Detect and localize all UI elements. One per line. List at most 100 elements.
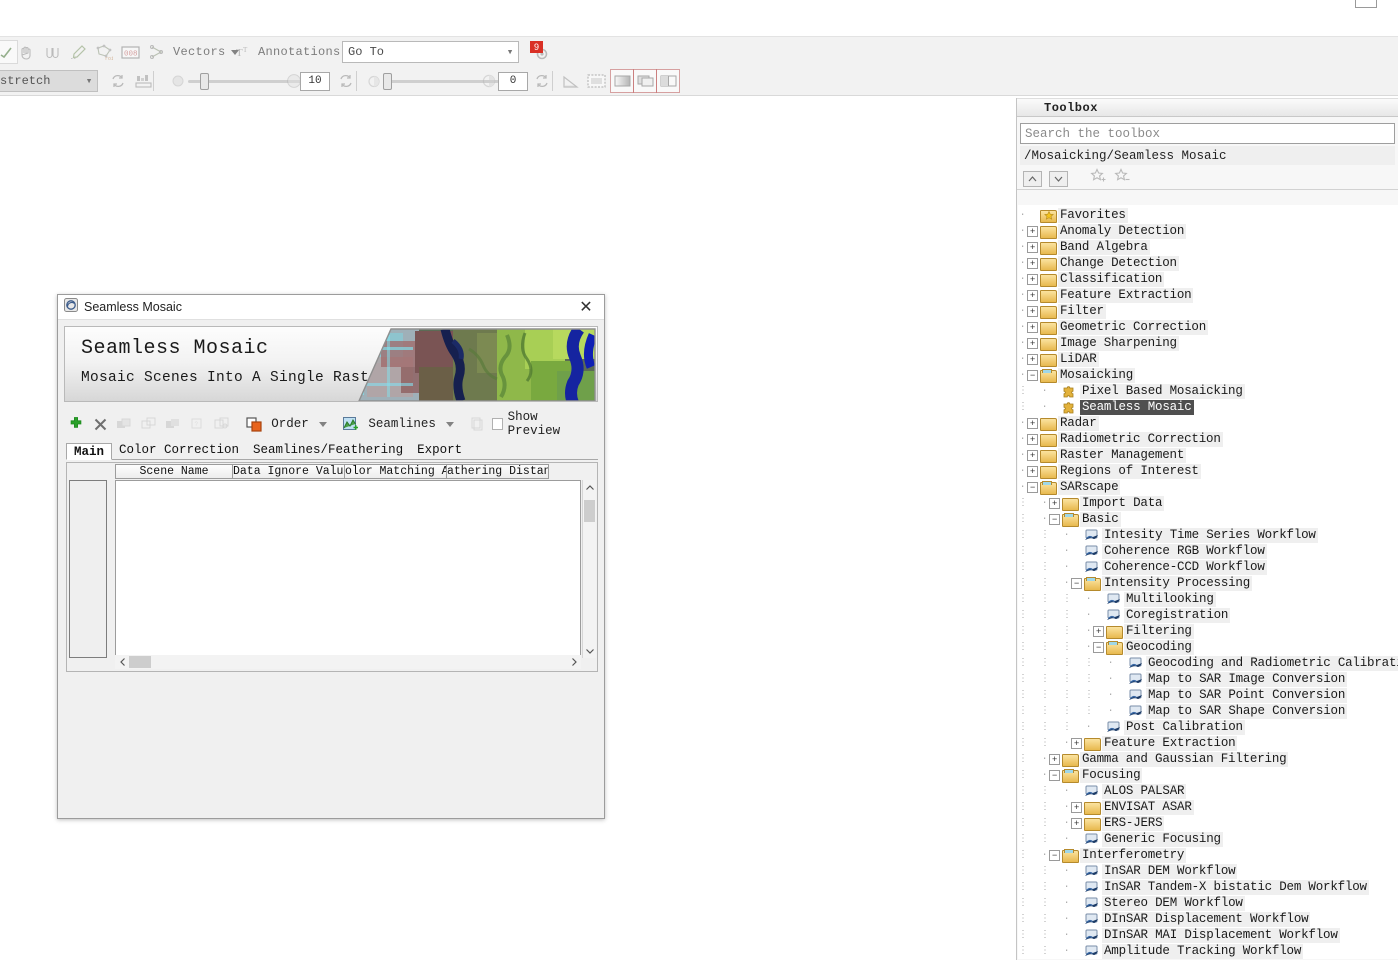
tree-item-insar-tandem-x-bistatic-dem-workflow[interactable]: ⋮ ⋮ · InSAR Tandem-X bistatic Dem Workflow bbox=[1018, 879, 1398, 895]
crosshair-icon[interactable] bbox=[40, 40, 64, 64]
tree-item-alos-palsar[interactable]: ⋮ ⋮ · ALOS PALSAR bbox=[1018, 783, 1398, 799]
tree-item-interferometry[interactable]: ⋮ · − Interferometry bbox=[1018, 847, 1398, 863]
scroll-left-icon[interactable] bbox=[115, 655, 129, 669]
tree-expand-icon[interactable]: + bbox=[1093, 625, 1104, 637]
tree-item-focusing[interactable]: ⋮ · − Focusing bbox=[1018, 767, 1398, 783]
horizontal-scroll-thumb[interactable] bbox=[129, 656, 151, 668]
tree-item-map-to-sar-shape-conversion[interactable]: ⋮ ⋮ ⋮ ⋮ · Map to SAR Shape Conversion bbox=[1018, 703, 1398, 719]
tree-item-change-detection[interactable]: · + Change Detection bbox=[1018, 255, 1398, 271]
tree-item-pixel-based-mosaicking[interactable]: ⋮ · Pixel Based Mosaicking bbox=[1018, 383, 1398, 399]
tree-item-post-calibration[interactable]: ⋮ ⋮ ⋮ · Post Calibration bbox=[1018, 719, 1398, 735]
tree-collapse-icon[interactable]: − bbox=[1049, 849, 1060, 861]
tree-item-mosaicking[interactable]: · − Mosaicking bbox=[1018, 367, 1398, 383]
close-icon[interactable]: ✕ bbox=[574, 297, 598, 317]
tree-item-geometric-correction[interactable]: · + Geometric Correction bbox=[1018, 319, 1398, 335]
tree-expand-icon[interactable]: + bbox=[1049, 753, 1060, 765]
dialog-tabs[interactable]: Main Color Correction Seamlines/Feathering… bbox=[66, 442, 598, 460]
pen-measure-icon[interactable] bbox=[66, 40, 90, 64]
tree-expand-icon[interactable]: + bbox=[1027, 305, 1038, 317]
tree-item-radiometric-correction[interactable]: · + Radiometric Correction bbox=[1018, 431, 1398, 447]
tree-item-dinsar-mai-displacement-workflow[interactable]: ⋮ ⋮ · DInSAR MAI Displacement Workflow bbox=[1018, 927, 1398, 943]
pixel-values-icon[interactable]: 008 bbox=[118, 40, 142, 64]
tree-item-envisat-asar[interactable]: ⋮ ⋮ · + ENVISAT ASAR bbox=[1018, 799, 1398, 815]
tree-item-intensity-processing[interactable]: ⋮ ⋮ · − Intensity Processing bbox=[1018, 575, 1398, 591]
tab-seamlines-feathering[interactable]: Seamlines/Feathering bbox=[246, 442, 410, 459]
tree-expand-icon[interactable]: + bbox=[1027, 417, 1038, 429]
tree-item-intesity-time-series-workflow[interactable]: ⋮ ⋮ · Intesity Time Series Workflow bbox=[1018, 527, 1398, 543]
tab-color-correction[interactable]: Color Correction bbox=[112, 442, 246, 459]
tree-item-ers-jers[interactable]: ⋮ ⋮ · + ERS-JERS bbox=[1018, 815, 1398, 831]
tree-expand-icon[interactable]: + bbox=[1071, 737, 1082, 749]
tab-export[interactable]: Export bbox=[410, 442, 469, 459]
nav-down-button[interactable] bbox=[1049, 170, 1068, 187]
tree-collapse-icon[interactable]: − bbox=[1027, 369, 1038, 381]
contrast-value[interactable]: 0 bbox=[498, 71, 528, 91]
stretch-combobox[interactable]: stretch ▾ bbox=[0, 70, 98, 92]
tree-item-basic[interactable]: ⋮ · − Basic bbox=[1018, 511, 1398, 527]
tree-item-raster-management[interactable]: · + Raster Management bbox=[1018, 447, 1398, 463]
tree-collapse-icon[interactable]: − bbox=[1049, 769, 1060, 781]
tree-item-map-to-sar-image-conversion[interactable]: ⋮ ⋮ ⋮ ⋮ · Map to SAR Image Conversion bbox=[1018, 671, 1398, 687]
tree-item-gamma-and-gaussian-filtering[interactable]: ⋮ · + Gamma and Gaussian Filtering bbox=[1018, 751, 1398, 767]
contrast-reset-icon[interactable] bbox=[530, 69, 554, 93]
tree-expand-icon[interactable]: + bbox=[1027, 273, 1038, 285]
tree-item-generic-focusing[interactable]: ⋮ ⋮ · Generic Focusing bbox=[1018, 831, 1398, 847]
tree-expand-icon[interactable]: + bbox=[1027, 225, 1038, 237]
tree-expand-icon[interactable]: + bbox=[1027, 289, 1038, 301]
chevron-down-icon[interactable] bbox=[445, 421, 454, 427]
tree-expand-icon[interactable]: + bbox=[1049, 497, 1060, 509]
remove-favorite-star-icon[interactable] bbox=[1114, 168, 1131, 189]
tree-item-filtering[interactable]: ⋮ ⋮ ⋮ · + Filtering bbox=[1018, 623, 1398, 639]
tree-item-feature-extraction[interactable]: ⋮ ⋮ · + Feature Extraction bbox=[1018, 735, 1398, 751]
column-header[interactable]: Data Ignore Value bbox=[233, 464, 345, 479]
tree-item-geocoding[interactable]: ⋮ ⋮ ⋮ · − Geocoding bbox=[1018, 639, 1398, 655]
toolbox-tree[interactable]: · Favorites · + Anomaly Detection · + Band Alge… bbox=[1018, 205, 1398, 959]
tree-item-import-data[interactable]: ⋮ · + Import Data bbox=[1018, 495, 1398, 511]
refresh-stretch-icon[interactable] bbox=[106, 69, 130, 93]
angle-measure-icon[interactable] bbox=[558, 69, 582, 93]
nav-up-button[interactable] bbox=[1023, 170, 1042, 187]
seamlines-label[interactable]: Seamlines bbox=[368, 417, 436, 431]
tree-collapse-icon[interactable]: − bbox=[1071, 577, 1082, 589]
tree-expand-icon[interactable]: + bbox=[1027, 465, 1038, 477]
brightness-reset-icon[interactable] bbox=[334, 69, 358, 93]
tree-item-amplitude-tracking-workflow[interactable]: ⋮ ⋮ · Amplitude Tracking Workflow bbox=[1018, 943, 1398, 959]
flicker-view-icon[interactable] bbox=[633, 69, 657, 93]
window-control-box[interactable] bbox=[1355, 0, 1377, 8]
tree-expand-icon[interactable]: + bbox=[1027, 353, 1038, 365]
tree-item-filter[interactable]: · + Filter bbox=[1018, 303, 1398, 319]
goto-combobox[interactable]: Go To ▾ bbox=[342, 41, 519, 63]
tree-expand-icon[interactable]: + bbox=[1027, 449, 1038, 461]
show-preview-checkbox[interactable]: Show Preview bbox=[491, 410, 586, 438]
tree-item-image-sharpening[interactable]: · + Image Sharpening bbox=[1018, 335, 1398, 351]
roi-tool-icon[interactable]: roi bbox=[92, 40, 116, 64]
add-scenes-icon[interactable] bbox=[66, 413, 85, 435]
tab-main[interactable]: Main bbox=[66, 443, 113, 460]
tree-expand-icon[interactable]: + bbox=[1071, 817, 1082, 829]
tree-item-classification[interactable]: · + Classification bbox=[1018, 271, 1398, 287]
brightness-value[interactable]: 10 bbox=[300, 71, 330, 91]
histogram-stretch-icon[interactable] bbox=[131, 69, 155, 93]
tree-item-lidar[interactable]: · + LiDAR bbox=[1018, 351, 1398, 367]
tree-item-map-to-sar-point-conversion[interactable]: ⋮ ⋮ ⋮ ⋮ · Map to SAR Point Conversion bbox=[1018, 687, 1398, 703]
table-body[interactable] bbox=[115, 480, 581, 658]
scroll-up-icon[interactable] bbox=[583, 480, 597, 494]
column-header[interactable]: athering Distanc bbox=[447, 464, 549, 479]
preferences-button[interactable]: 9 bbox=[530, 41, 552, 63]
tree-item-multilooking[interactable]: ⋮ ⋮ ⋮ · Multilooking bbox=[1018, 591, 1398, 607]
tree-item-feature-extraction[interactable]: · + Feature Extraction bbox=[1018, 287, 1398, 303]
column-header[interactable]: olor Matching Actio bbox=[345, 464, 447, 479]
tree-item-dinsar-displacement-workflow[interactable]: ⋮ ⋮ · DInSAR Displacement Workflow bbox=[1018, 911, 1398, 927]
tree-item-favorites[interactable]: · Favorites bbox=[1018, 207, 1398, 223]
tree-item-sarscape[interactable]: · − SARscape bbox=[1018, 479, 1398, 495]
tree-item-stereo-dem-workflow[interactable]: ⋮ ⋮ · Stereo DEM Workflow bbox=[1018, 895, 1398, 911]
scroll-down-icon[interactable] bbox=[583, 644, 597, 658]
tree-item-regions-of-interest[interactable]: · + Regions of Interest bbox=[1018, 463, 1398, 479]
tree-expand-icon[interactable]: + bbox=[1027, 241, 1038, 253]
table-horizontal-scrollbar[interactable] bbox=[115, 655, 581, 669]
table-vertical-scrollbar[interactable] bbox=[582, 480, 596, 658]
tree-item-coregistration[interactable]: ⋮ ⋮ ⋮ · Coregistration bbox=[1018, 607, 1398, 623]
portal-view-icon[interactable] bbox=[584, 69, 608, 93]
tree-collapse-icon[interactable]: − bbox=[1027, 481, 1038, 493]
tree-expand-icon[interactable]: + bbox=[1027, 257, 1038, 269]
